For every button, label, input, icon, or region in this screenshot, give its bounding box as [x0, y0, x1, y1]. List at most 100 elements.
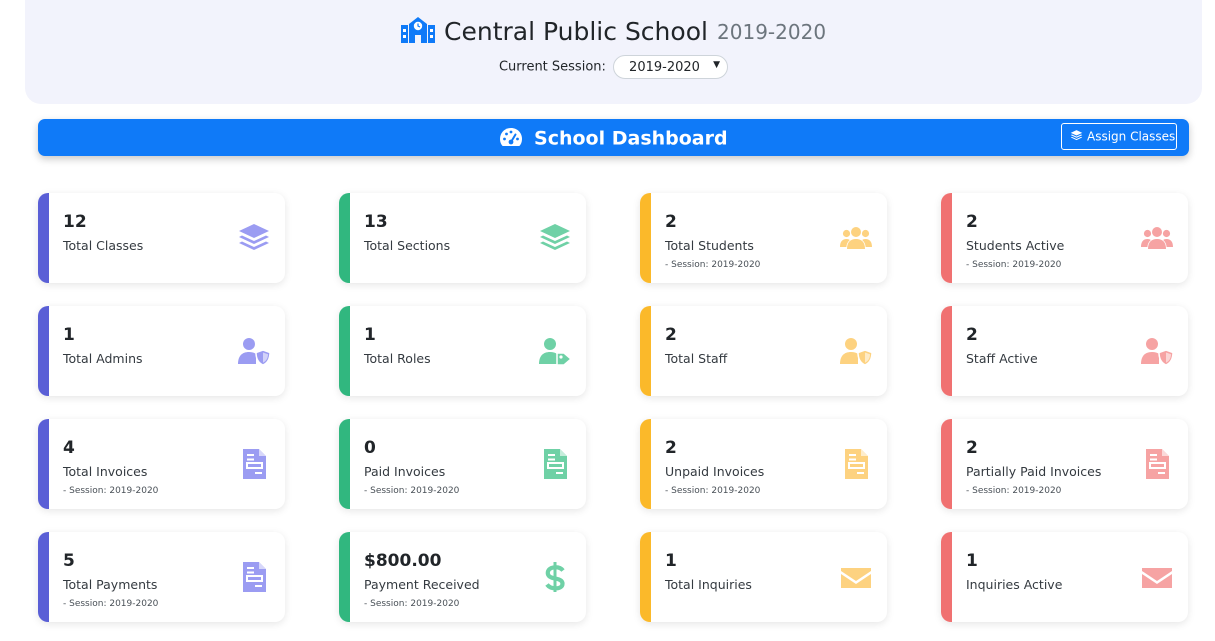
assign-classes-label: Assign Classes	[1087, 129, 1176, 144]
chevron-down-icon: ▼	[713, 60, 721, 70]
card-value: 5	[63, 551, 75, 571]
card-session-note: - Session: 2019-2020	[966, 260, 1062, 270]
card-value: 2	[665, 325, 677, 345]
card-label: Partially Paid Invoices	[966, 464, 1102, 479]
card-value: 12	[63, 212, 87, 232]
card-value: 1	[364, 325, 376, 345]
stat-card-total-classes[interactable]: 12 Total Classes	[38, 193, 285, 283]
layers-icon	[1070, 130, 1083, 141]
card-value: 4	[63, 438, 75, 458]
stat-card-students-active[interactable]: 2 Students Active - Session: 2019-2020	[941, 193, 1188, 283]
user-shield-icon	[237, 336, 271, 366]
school-year: 2019-2020	[717, 19, 827, 44]
card-label: Total Classes	[63, 238, 144, 253]
card-label: Unpaid Invoices	[665, 464, 765, 479]
card-accent-bar	[38, 419, 49, 509]
dashboard-title-text: School Dashboard	[534, 127, 728, 150]
card-session-note: - Session: 2019-2020	[364, 599, 460, 609]
school-name: Central Public School	[444, 17, 708, 46]
card-value: 13	[364, 212, 388, 232]
card-accent-bar	[941, 532, 952, 622]
stat-card-unpaid-invoices[interactable]: 2 Unpaid Invoices - Session: 2019-2020	[640, 419, 887, 509]
school-icon	[400, 16, 435, 43]
card-value: 0	[364, 438, 376, 458]
card-label: Paid Invoices	[364, 464, 446, 479]
envelope-icon	[1140, 562, 1174, 592]
card-label: Total Invoices	[63, 464, 148, 479]
card-value: $800.00	[364, 551, 442, 571]
dollar-icon	[538, 562, 572, 592]
card-value: 2	[966, 325, 978, 345]
card-session-note: - Session: 2019-2020	[966, 486, 1062, 496]
card-accent-bar	[38, 193, 49, 283]
layers-icon	[538, 223, 572, 253]
dashboard-bar: School Dashboard Assign Classes	[38, 119, 1189, 156]
card-session-note: - Session: 2019-2020	[665, 260, 761, 270]
card-value: 2	[665, 438, 677, 458]
session-label: Current Session:	[498, 59, 606, 75]
stat-card-total-payments[interactable]: 5 Total Payments - Session: 2019-2020	[38, 532, 285, 622]
card-accent-bar	[339, 193, 350, 283]
card-accent-bar	[339, 532, 350, 622]
card-accent-bar	[38, 306, 49, 396]
card-accent-bar	[640, 419, 651, 509]
card-accent-bar	[640, 532, 651, 622]
user-shield-icon	[1140, 336, 1174, 366]
session-select[interactable]: 2019-2020 ▼	[613, 55, 729, 79]
card-label: Staff Active	[966, 351, 1038, 366]
stat-card-total-staff[interactable]: 2 Total Staff	[640, 306, 887, 396]
card-session-note: - Session: 2019-2020	[63, 599, 159, 609]
stat-card-total-admins[interactable]: 1 Total Admins	[38, 306, 285, 396]
stat-card-payment-received[interactable]: $800.00 Payment Received - Session: 2019…	[339, 532, 586, 622]
card-label: Inquiries Active	[966, 577, 1063, 592]
card-accent-bar	[941, 419, 952, 509]
assign-classes-button[interactable]: Assign Classes	[1061, 123, 1177, 150]
card-label: Total Staff	[665, 351, 728, 366]
card-accent-bar	[339, 419, 350, 509]
card-accent-bar	[38, 532, 49, 622]
users-icon	[1140, 223, 1174, 253]
card-value: 2	[665, 212, 677, 232]
stat-card-total-roles[interactable]: 1 Total Roles	[339, 306, 586, 396]
session-selector-row: Current Session: 2019-2020 ▼	[25, 55, 1202, 79]
card-session-note: - Session: 2019-2020	[665, 486, 761, 496]
card-label: Total Roles	[364, 351, 431, 366]
card-session-note: - Session: 2019-2020	[364, 486, 460, 496]
stat-card-total-invoices[interactable]: 4 Total Invoices - Session: 2019-2020	[38, 419, 285, 509]
card-accent-bar	[640, 306, 651, 396]
card-label: Students Active	[966, 238, 1065, 253]
tachometer-icon	[500, 127, 523, 146]
session-select-value: 2019-2020	[629, 60, 700, 75]
card-label: Total Payments	[63, 577, 158, 592]
stat-card-paid-invoices[interactable]: 0 Paid Invoices - Session: 2019-2020	[339, 419, 586, 509]
stat-card-partially-paid-invoices[interactable]: 2 Partially Paid Invoices - Session: 201…	[941, 419, 1188, 509]
card-accent-bar	[640, 193, 651, 283]
invoice-icon	[538, 449, 572, 479]
school-title: Central Public School 2019-2020	[25, 16, 1202, 46]
card-value: 2	[966, 212, 978, 232]
users-icon	[839, 223, 873, 253]
card-accent-bar	[339, 306, 350, 396]
card-label: Total Sections	[364, 238, 451, 253]
school-header: Central Public School 2019-2020 Current …	[25, 0, 1202, 104]
card-value: 1	[966, 551, 978, 571]
user-shield-icon	[839, 336, 873, 366]
layers-icon	[237, 223, 271, 253]
card-accent-bar	[941, 306, 952, 396]
invoice-icon	[1140, 449, 1174, 479]
stat-card-total-inquiries[interactable]: 1 Total Inquiries	[640, 532, 887, 622]
card-label: Total Admins	[63, 351, 143, 366]
card-value: 1	[63, 325, 75, 345]
card-label: Total Students	[665, 238, 754, 253]
envelope-icon	[839, 562, 873, 592]
invoice-icon	[237, 562, 271, 592]
stat-card-staff-active[interactable]: 2 Staff Active	[941, 306, 1188, 396]
card-label: Payment Received	[364, 577, 480, 592]
stat-card-total-sections[interactable]: 13 Total Sections	[339, 193, 586, 283]
card-session-note: - Session: 2019-2020	[63, 486, 159, 496]
card-accent-bar	[941, 193, 952, 283]
invoice-icon	[237, 449, 271, 479]
card-label: Total Inquiries	[665, 577, 752, 592]
stat-card-total-students[interactable]: 2 Total Students - Session: 2019-2020	[640, 193, 887, 283]
stat-card-inquiries-active[interactable]: 1 Inquiries Active	[941, 532, 1188, 622]
